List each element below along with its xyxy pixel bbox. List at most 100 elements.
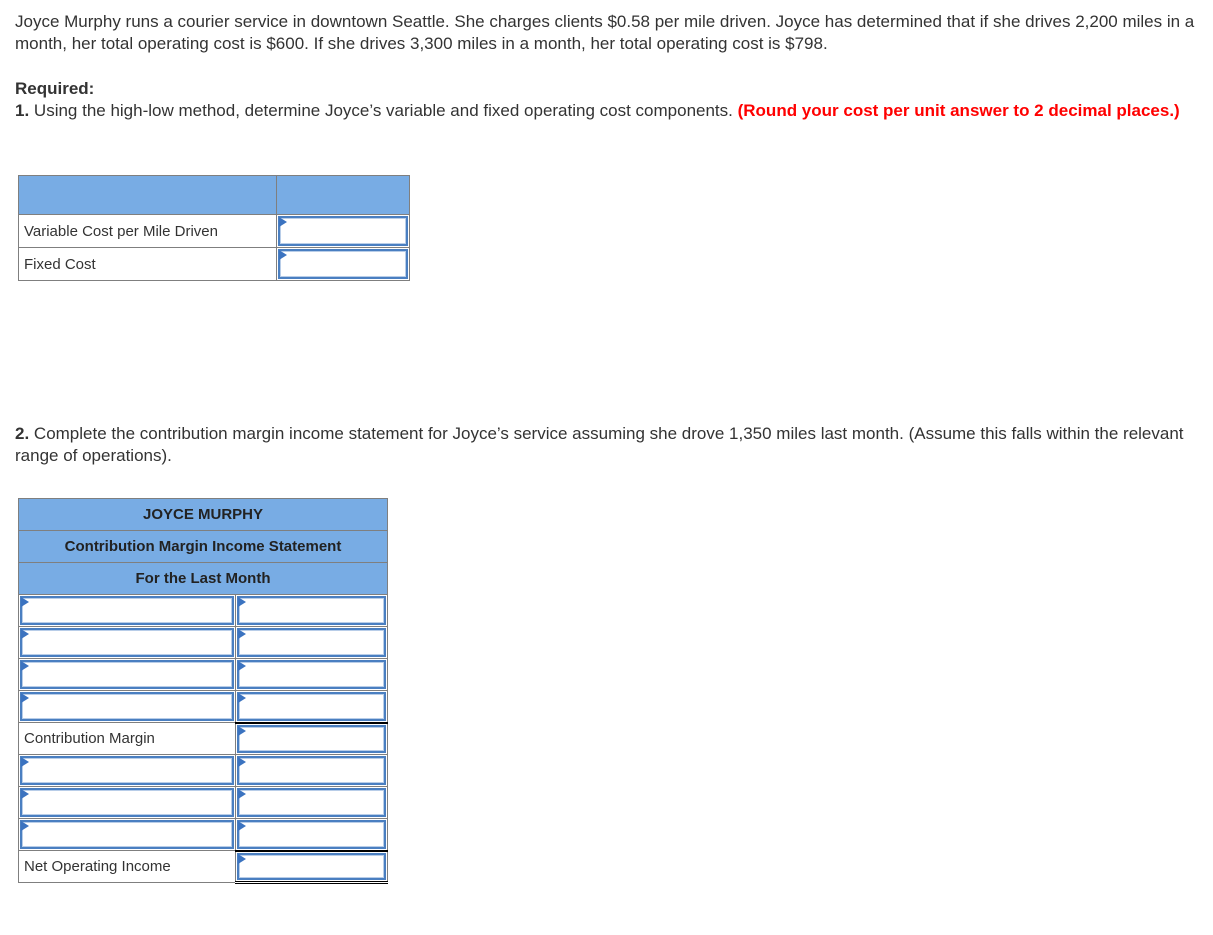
- cost-components-table: Variable Cost per Mile Driven Fixed Cost: [18, 175, 410, 281]
- net-operating-income-label: Net Operating Income: [18, 850, 236, 883]
- table-row: [18, 626, 388, 659]
- value-cell: [235, 626, 388, 659]
- value-input-wrapper: [237, 596, 386, 625]
- statement-subtitle: Contribution Margin Income Statement: [18, 530, 388, 563]
- value-input-wrapper: [237, 692, 386, 721]
- label-cell: [18, 754, 236, 787]
- table-row: [18, 818, 388, 851]
- row-8-label-input[interactable]: [22, 822, 232, 847]
- contribution-margin-label: Contribution Margin: [18, 722, 236, 755]
- value-cell: [235, 721, 388, 755]
- dropdown-flag-icon: [21, 693, 29, 703]
- label-input-wrapper: [20, 596, 234, 625]
- question-1-number: 1.: [15, 101, 30, 120]
- value-input-wrapper: [237, 756, 386, 785]
- input-flag-icon: [238, 821, 246, 831]
- table-header-row: [18, 175, 410, 215]
- statement-company-name: JOYCE MURPHY: [18, 498, 388, 531]
- row-7-label-input[interactable]: [22, 790, 232, 815]
- dropdown-flag-icon: [21, 757, 29, 767]
- value-cell: [235, 849, 388, 884]
- table-row: Fixed Cost: [18, 247, 410, 281]
- value-input-wrapper: [237, 660, 386, 689]
- income-statement-table: JOYCE MURPHY Contribution Margin Income …: [18, 498, 388, 884]
- row-3-label-input[interactable]: [22, 662, 232, 687]
- input-flag-icon: [279, 217, 287, 227]
- variable-cost-input-wrapper: [278, 216, 408, 246]
- value-input-wrapper: [237, 788, 386, 817]
- value-cell: [235, 754, 388, 787]
- question-2-number: 2.: [15, 424, 30, 443]
- value-cell: [235, 594, 388, 627]
- row-6-value-input[interactable]: [239, 758, 384, 783]
- value-cell: [235, 690, 388, 723]
- row-2-label-input[interactable]: [22, 630, 232, 655]
- required-label: Required:: [15, 79, 95, 98]
- dropdown-flag-icon: [21, 661, 29, 671]
- dropdown-flag-icon: [21, 821, 29, 831]
- label-cell: [18, 690, 236, 723]
- header-cell-label: [18, 175, 277, 215]
- label-cell: [18, 594, 236, 627]
- label-cell: [18, 626, 236, 659]
- label-input-wrapper: [20, 660, 234, 689]
- input-flag-icon: [238, 693, 246, 703]
- row-7-value-input[interactable]: [239, 790, 384, 815]
- fixed-cost-cell: [276, 247, 410, 281]
- header-cell-value: [276, 175, 410, 215]
- label-input-wrapper: [20, 756, 234, 785]
- label-cell: [18, 818, 236, 851]
- row-6-label-input[interactable]: [22, 758, 232, 783]
- input-flag-icon: [238, 629, 246, 639]
- input-flag-icon: [238, 853, 246, 864]
- fixed-cost-input[interactable]: [280, 251, 406, 277]
- question-2: 2. Complete the contribution margin inco…: [15, 423, 1205, 467]
- input-flag-icon: [238, 789, 246, 799]
- row-3-value-input[interactable]: [239, 662, 384, 687]
- variable-cost-cell: [276, 214, 410, 248]
- row-8-value-input[interactable]: [239, 822, 384, 847]
- statement-subtitle-row: Contribution Margin Income Statement: [18, 530, 388, 563]
- question-2-text: Complete the contribution margin income …: [15, 424, 1184, 465]
- label-cell: [18, 786, 236, 819]
- value-cell: [235, 658, 388, 691]
- row-2-value-input[interactable]: [239, 630, 384, 655]
- row-4-value-input[interactable]: [239, 694, 384, 719]
- value-input-wrapper: [237, 852, 386, 880]
- table-row: Variable Cost per Mile Driven: [18, 214, 410, 248]
- input-flag-icon: [238, 757, 246, 767]
- input-flag-icon: [238, 661, 246, 671]
- table-row: [18, 786, 388, 819]
- table-row: Contribution Margin: [18, 721, 388, 755]
- label-input-wrapper: [20, 692, 234, 721]
- table-row: [18, 690, 388, 723]
- value-cell: [235, 818, 388, 851]
- value-input-wrapper: [237, 724, 386, 753]
- table-row: [18, 658, 388, 691]
- dropdown-flag-icon: [21, 597, 29, 607]
- dropdown-flag-icon: [21, 789, 29, 799]
- dropdown-flag-icon: [21, 629, 29, 639]
- statement-period: For the Last Month: [18, 562, 388, 595]
- net-operating-income-input[interactable]: [239, 854, 384, 878]
- value-cell: [235, 786, 388, 819]
- row-4-label-input[interactable]: [22, 694, 232, 719]
- table-row: [18, 594, 388, 627]
- variable-cost-input[interactable]: [280, 218, 406, 244]
- table-row: Net Operating Income: [18, 849, 388, 884]
- input-flag-icon: [238, 597, 246, 607]
- row-1-value-input[interactable]: [239, 598, 384, 623]
- label-input-wrapper: [20, 788, 234, 817]
- fixed-cost-label: Fixed Cost: [18, 247, 277, 281]
- input-flag-icon: [279, 250, 287, 260]
- row-1-label-input[interactable]: [22, 598, 232, 623]
- label-cell: [18, 658, 236, 691]
- table-row: [18, 754, 388, 787]
- value-input-wrapper: [237, 628, 386, 657]
- label-input-wrapper: [20, 628, 234, 657]
- question-1-text: Using the high-low method, determine Joy…: [29, 101, 738, 120]
- problem-intro: Joyce Murphy runs a courier service in d…: [15, 12, 1195, 53]
- fixed-cost-input-wrapper: [278, 249, 408, 279]
- contribution-margin-input[interactable]: [239, 726, 384, 751]
- label-input-wrapper: [20, 820, 234, 849]
